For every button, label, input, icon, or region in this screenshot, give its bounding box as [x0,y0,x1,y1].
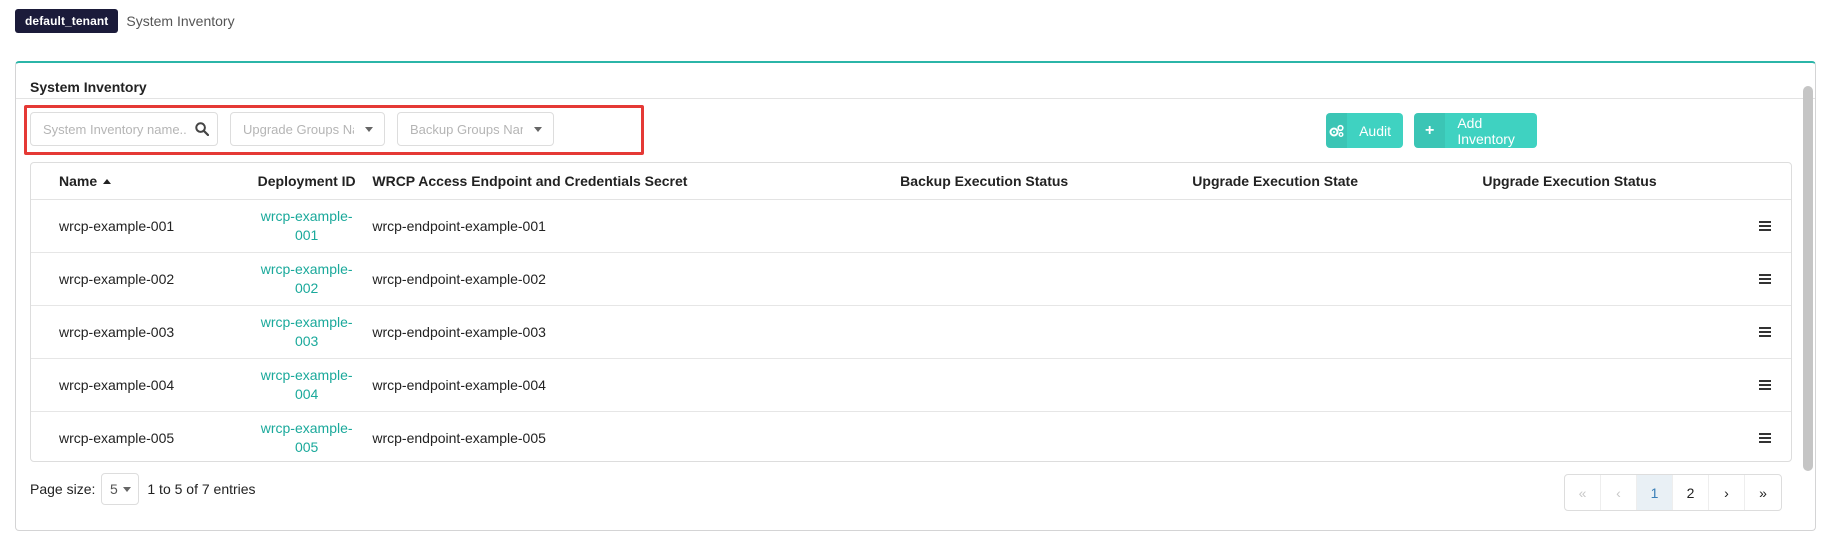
row-menu-button[interactable] [1739,252,1791,306]
deployment-id-link[interactable]: wrcp-example- 002 [244,252,369,306]
page-size-value: 5 [109,481,118,497]
gears-icon [1326,113,1348,148]
table-row: wrcp-example-003 wrcp-example- 003 wrcp-e… [31,305,1791,359]
column-header-upgrade-state[interactable]: Upgrade Execution State [1192,163,1483,200]
cell-secret: wrcp-endpoint-example-005 [372,430,546,446]
cell-upgrade-state [1192,412,1482,462]
cell-upgrade-status [1482,358,1740,412]
upgrade-groups-placeholder: Upgrade Groups Name [243,121,354,137]
plus-icon: + [1414,113,1446,148]
prev-page-button[interactable]: ‹ [1601,475,1637,510]
row-menu-button[interactable] [1740,412,1791,462]
entries-summary: 1 to 5 of 7 entries [147,481,256,497]
cell-upgrade-state [1192,252,1483,306]
cell-backup-status [900,305,1193,359]
cell-secret: wrcp-endpoint-example-003 [368,305,901,359]
cell-name: wrcp-example-005 [59,430,175,446]
cell-secret: wrcp-endpoint-example-001 [368,199,901,253]
caret-down-icon [354,126,384,132]
hamburger-menu-icon [1759,433,1772,443]
cell-name: wrcp-example-001 [31,199,245,253]
column-header-actions [1739,163,1791,200]
search-input-placeholder: System Inventory name... [43,121,187,137]
deployment-id-link[interactable]: wrcp-example- 001 [244,199,369,253]
next-page-button[interactable]: › [1709,475,1745,510]
caret-down-icon [523,126,553,132]
audit-button-label: Audit [1359,122,1391,139]
hamburger-menu-icon [1759,221,1772,231]
cell-secret: wrcp-endpoint-example-002 [368,252,901,306]
inventory-panel: System Inventory System Inventory name..… [15,61,1816,531]
page-2-button[interactable]: 2 [1673,475,1709,510]
deployment-id-link[interactable]: wrcp-example- 005 [245,412,368,462]
table-row: wrcp-example-004 wrcp-example- 004 wrcp-e… [31,358,1791,412]
row-menu-button[interactable] [1739,358,1791,412]
table-row: wrcp-example-005 wrcp-example- 005 wrcp-e… [31,412,1791,462]
hamburger-menu-icon [1759,380,1772,390]
vertical-scrollbar[interactable] [1803,86,1813,471]
table-row: wrcp-example-001 wrcp-example- 001 wrcp-e… [31,199,1791,253]
page-size-select[interactable]: 5 [101,473,140,505]
panel-divider [16,98,1815,99]
column-header-upgrade-status[interactable]: Upgrade Execution Status [1482,163,1740,200]
backup-groups-select[interactable]: Backup Groups Name [397,112,554,146]
add-inventory-button-label: Add Inventory [1457,114,1515,147]
inventory-table: Name Deployment ID WRCP Access Endpoint … [30,162,1792,462]
cell-upgrade-state [1192,305,1483,359]
cell-upgrade-status [1482,305,1740,359]
cell-upgrade-status [1482,199,1740,253]
audit-button[interactable]: Audit [1326,113,1403,148]
first-page-button[interactable]: « [1565,475,1601,510]
breadcrumb-bar: default_tenant System Inventory [15,9,235,33]
cell-secret: wrcp-endpoint-example-004 [368,358,901,412]
breadcrumb: System Inventory [126,13,235,29]
cell-upgrade-state [1192,358,1483,412]
column-header-name[interactable]: Name [31,163,245,200]
search-input[interactable]: System Inventory name... [30,112,218,146]
tenant-badge[interactable]: default_tenant [15,9,119,33]
cell-backup-status [900,358,1193,412]
deployment-id-link[interactable]: wrcp-example- 004 [244,358,369,412]
cell-name: wrcp-example-002 [31,252,245,306]
column-header-secret[interactable]: WRCP Access Endpoint and Credentials Sec… [368,163,901,200]
hamburger-menu-icon [1759,274,1772,284]
search-icon[interactable] [187,122,217,136]
cell-name: wrcp-example-004 [31,358,245,412]
table-row: wrcp-example-002 wrcp-example- 002 wrcp-e… [31,252,1791,306]
deployment-id-link[interactable]: wrcp-example- 003 [244,305,369,359]
row-menu-button[interactable] [1739,199,1791,253]
add-inventory-button[interactable]: + Add Inventory [1414,113,1537,148]
upgrade-groups-select[interactable]: Upgrade Groups Name [230,112,385,146]
cell-name: wrcp-example-003 [31,305,245,359]
cell-backup-status [900,252,1193,306]
last-page-button[interactable]: » [1745,475,1781,510]
sort-ascending-icon [103,179,112,184]
cell-backup-status [900,412,1192,462]
column-header-deployment-id[interactable]: Deployment ID [244,163,369,200]
cell-upgrade-state [1192,199,1483,253]
page-size-label: Page size: [30,481,96,497]
hamburger-menu-icon [1759,327,1772,337]
cell-upgrade-status [1482,412,1739,462]
column-header-backup-status[interactable]: Backup Execution Status [900,163,1193,200]
cell-upgrade-status [1482,252,1740,306]
backup-groups-placeholder: Backup Groups Name [410,121,523,137]
row-menu-button[interactable] [1739,305,1791,359]
pagination: « ‹ 1 2 › » [1564,474,1782,511]
caret-down-icon [122,486,131,492]
table-footer: Page size: 5 1 to 5 of 7 entries [30,473,256,505]
cell-backup-status [900,199,1193,253]
table-header-row: Name Deployment ID WRCP Access Endpoint … [31,163,1791,200]
page-1-button[interactable]: 1 [1637,475,1673,510]
panel-title: System Inventory [30,79,147,95]
